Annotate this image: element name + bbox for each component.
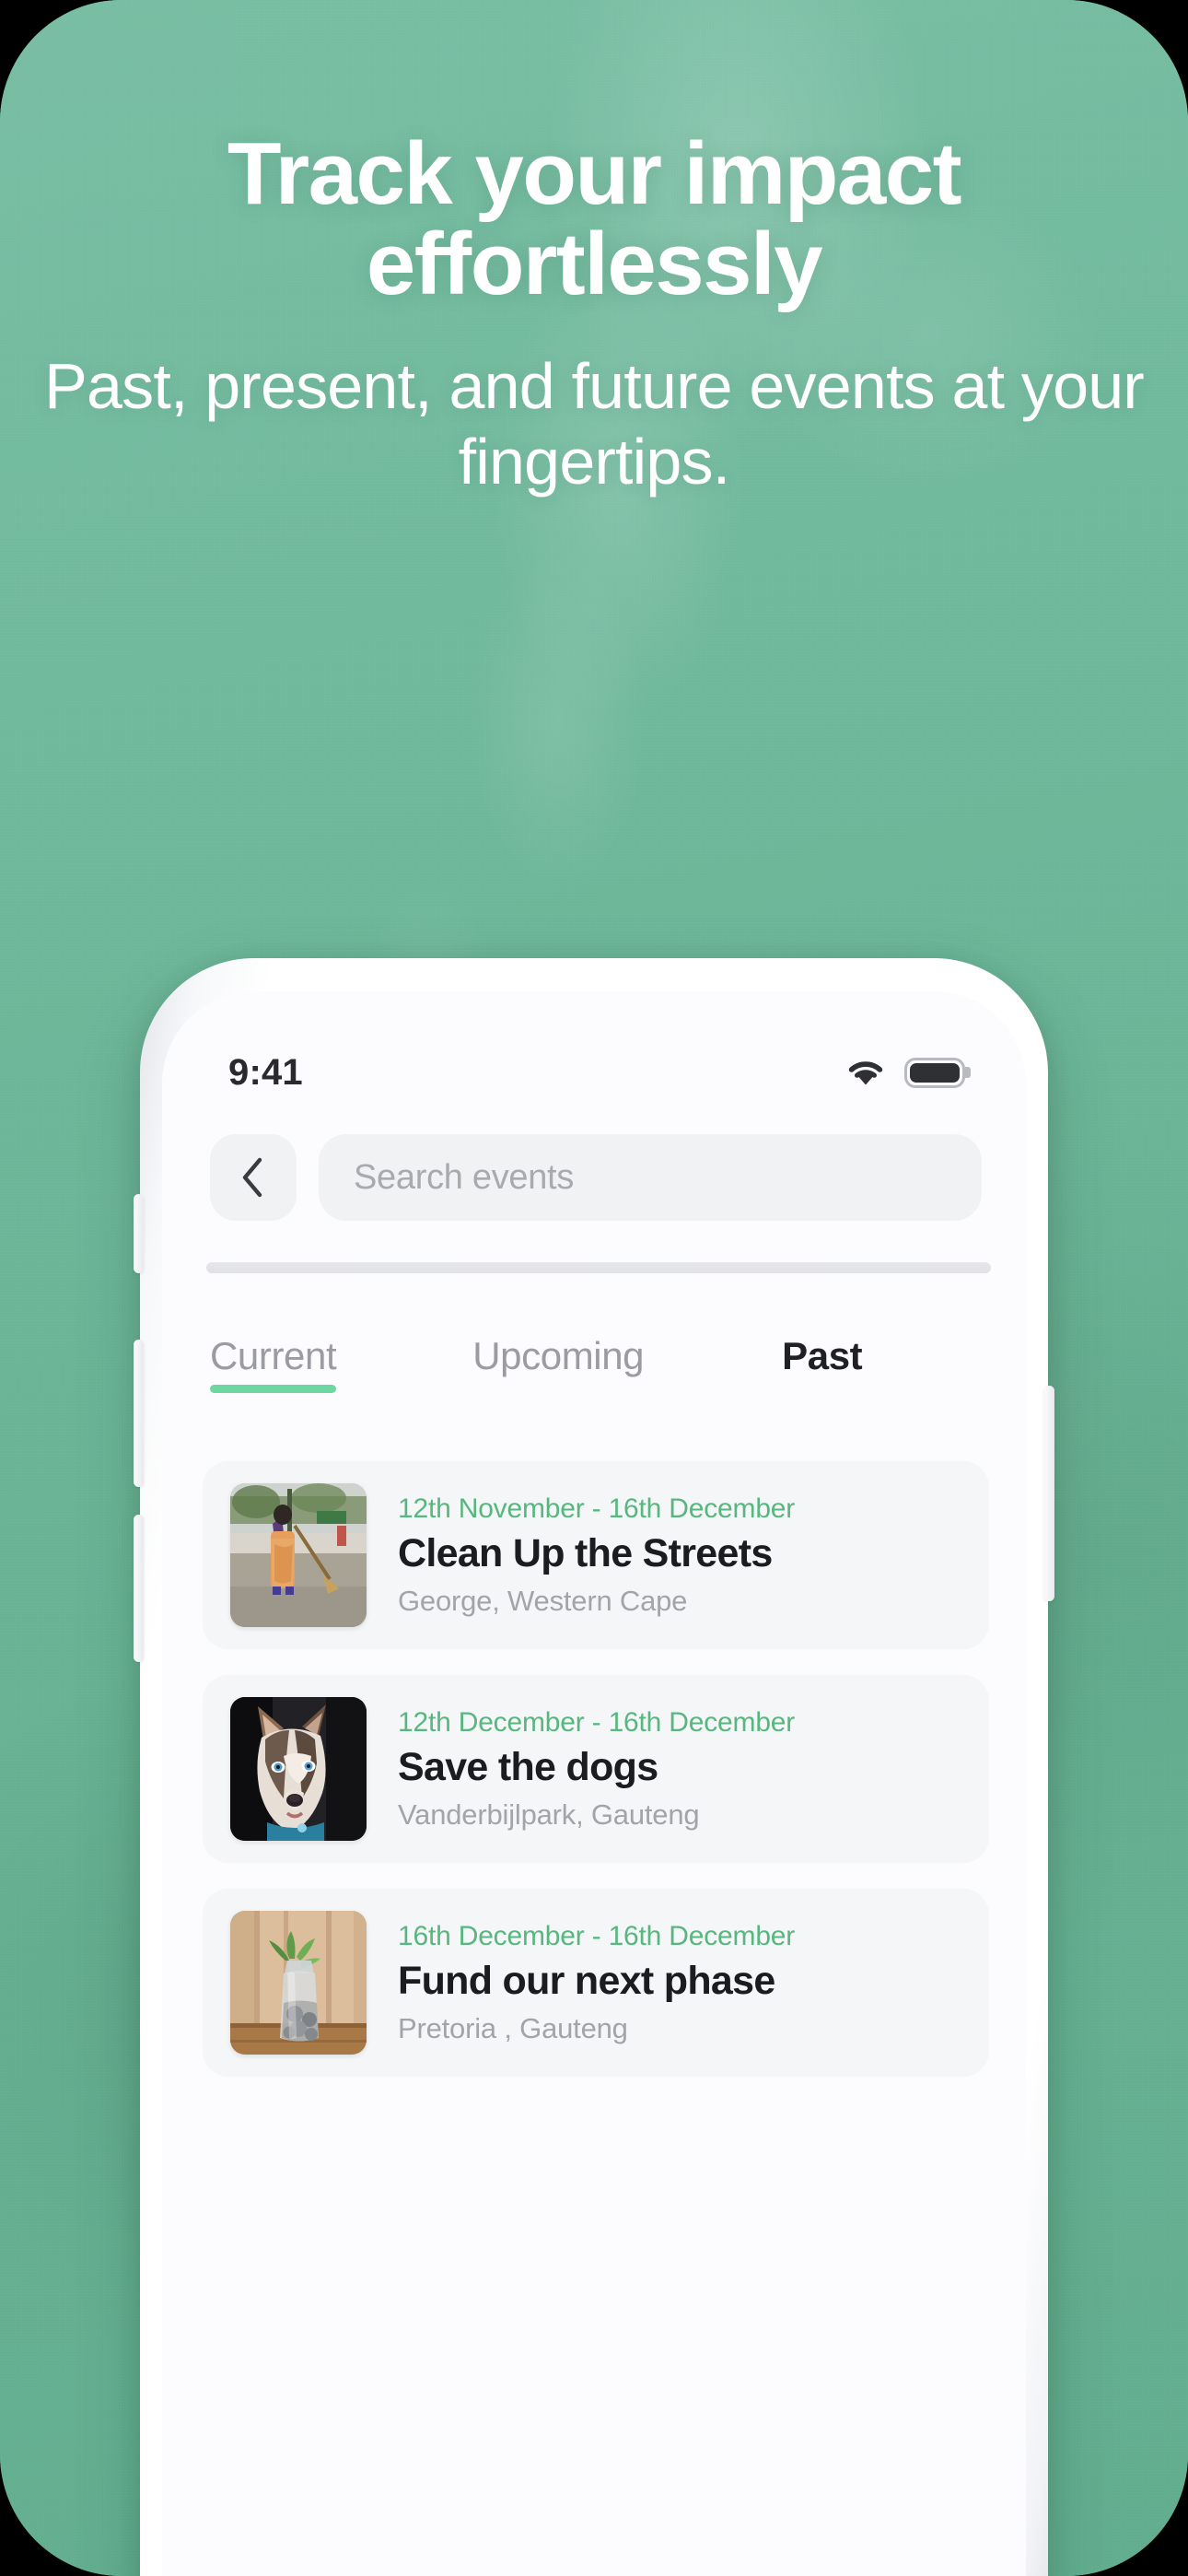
power-button[interactable] <box>1044 1386 1054 1601</box>
event-card-text: 16th December - 16th December Fund our n… <box>398 1921 961 2045</box>
event-card-text: 12th November - 16th December Clean Up t… <box>398 1493 961 1618</box>
event-date-range: 16th December - 16th December <box>398 1920 796 1951</box>
section-divider <box>206 1262 991 1273</box>
event-list: 12th November - 16th December Clean Up t… <box>203 1461 989 2077</box>
event-card[interactable]: 16th December - 16th December Fund our n… <box>203 1889 989 2077</box>
battery-fill <box>910 1062 960 1083</box>
event-thumbnail-street-sweeper <box>230 1483 367 1627</box>
active-tab-indicator <box>210 1385 337 1393</box>
tab-current[interactable]: Current <box>210 1334 337 1393</box>
tab-upcoming-label: Upcoming <box>472 1334 645 1377</box>
status-bar-indicators <box>845 1057 965 1088</box>
event-filter-tabs: Current Upcoming Past <box>162 1334 1026 1426</box>
event-thumbnail-coin-jar <box>230 1911 367 2055</box>
tab-past[interactable]: Past <box>782 1334 863 1393</box>
tab-current-label: Current <box>210 1334 337 1377</box>
tab-upcoming[interactable]: Upcoming <box>472 1334 644 1393</box>
app-store-screenshot: Track your impact effortlessly Past, pre… <box>0 0 1188 2576</box>
event-card[interactable]: 12th November - 16th December Clean Up t… <box>203 1461 989 1649</box>
search-placeholder-text: Search events <box>354 1157 575 1197</box>
event-title: Clean Up the Streets <box>398 1530 773 1575</box>
status-bar: 9:41 <box>162 1045 1026 1100</box>
event-card[interactable]: 12th December - 16th December Save the d… <box>203 1675 989 1863</box>
event-date-range: 12th November - 16th December <box>398 1493 796 1524</box>
marketing-headline: Track your impact effortlessly <box>227 124 962 313</box>
silent-switch-button[interactable] <box>134 1194 144 1273</box>
back-button[interactable] <box>210 1134 297 1221</box>
event-thumbnail-husky-dog <box>230 1697 367 1841</box>
event-location: George, Western Cape <box>398 1584 688 1617</box>
search-row: Search events <box>162 1130 1026 1225</box>
chevron-left-icon <box>242 1157 262 1198</box>
battery-icon <box>904 1057 965 1088</box>
status-bar-clock: 9:41 <box>228 1051 303 1093</box>
marketing-copy: Track your impact effortlessly Past, pre… <box>0 129 1188 500</box>
marketing-subheadline: Past, present, and future events at your… <box>44 349 1145 498</box>
event-location: Pretoria , Gauteng <box>398 2011 628 2044</box>
volume-up-button[interactable] <box>134 1340 144 1487</box>
event-card-text: 12th December - 16th December Save the d… <box>398 1707 961 1832</box>
wifi-icon <box>848 1061 883 1085</box>
event-date-range: 12th December - 16th December <box>398 1706 796 1738</box>
tab-past-label: Past <box>782 1334 863 1377</box>
event-location: Vanderbijlpark, Gauteng <box>398 1797 700 1831</box>
phone-device-mockup: 9:41 Search events Current Upcoming Past… <box>134 958 1054 2576</box>
volume-down-button[interactable] <box>134 1515 144 1662</box>
search-input[interactable]: Search events <box>319 1134 982 1221</box>
event-title: Fund our next phase <box>398 1958 775 2003</box>
phone-screen: 9:41 Search events Current Upcoming Past… <box>162 991 1026 2576</box>
event-title: Save the dogs <box>398 1744 658 1789</box>
